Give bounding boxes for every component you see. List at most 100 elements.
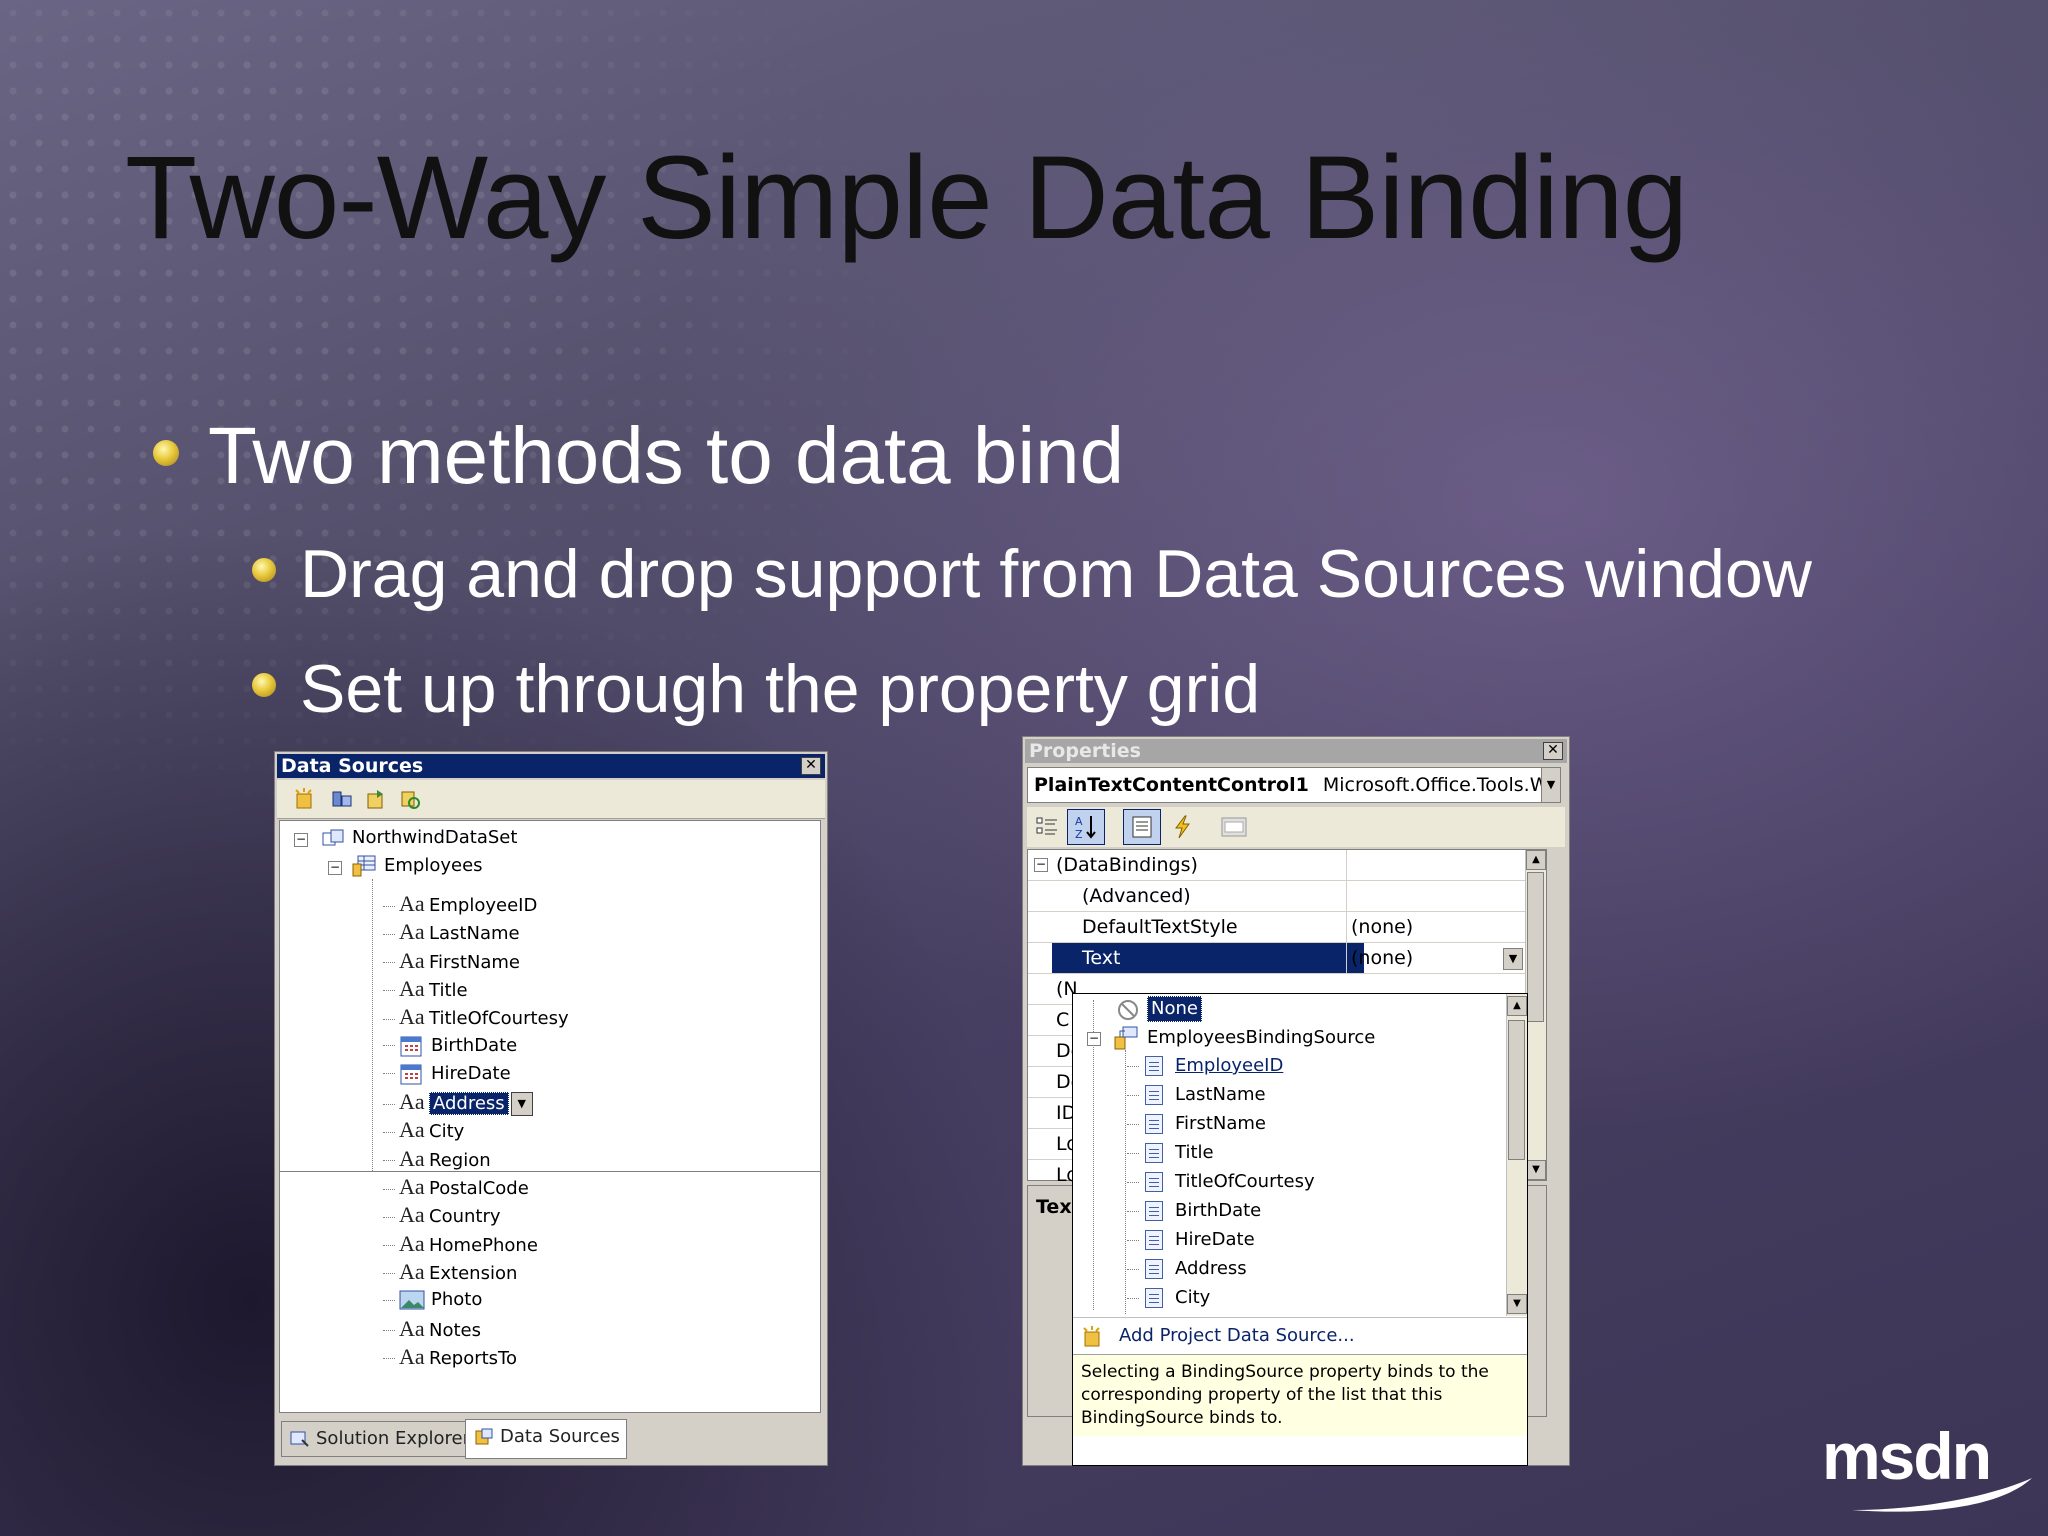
property-key: (DataBindings) [1056,854,1198,876]
scroll-up-icon[interactable]: ▲ [1507,996,1527,1016]
tree-item-field[interactable]: Aa LastName [383,919,520,945]
tree-item-field[interactable]: Aa FirstName [383,948,520,974]
refresh-icon[interactable] [399,788,421,810]
field-label: TitleOfCourtesy [1175,1171,1315,1192]
data-sources-tree-lower [279,1172,821,1413]
property-key: DefaultTextStyle [1082,916,1238,938]
field-label: Extension [429,1262,518,1284]
dropdown-item-binding-source[interactable]: EmployeesBindingSource [1147,1024,1375,1052]
dropdown-item-field[interactable]: TitleOfCourtesy [1127,1168,1315,1196]
tree-connector [1127,1181,1139,1183]
calendar-icon [400,1036,422,1056]
dropdown-item-field[interactable]: EmployeeID [1127,1052,1283,1080]
collapse-icon[interactable]: − [1087,1032,1101,1046]
tree-connector [1127,1210,1139,1212]
tree-item-field[interactable]: Aa Address ▼ [383,1089,533,1117]
scroll-thumb[interactable] [1508,1020,1525,1160]
tree-item-table[interactable]: Employees [384,853,483,879]
tree-item-field[interactable]: Aa City [383,1117,464,1143]
tree-connector [383,1245,395,1247]
field-label: Region [429,1149,491,1171]
grid-row-selected[interactable]: Text (none) ▼ [1028,943,1527,974]
tree-item-field[interactable]: Aa Region [383,1146,491,1172]
field-label: FirstName [429,951,520,973]
dropdown-scrollbar[interactable]: ▲ ▼ [1506,994,1527,1316]
add-data-source-icon[interactable] [293,788,315,810]
text-field-icon: Aa [399,1258,425,1284]
scroll-down-icon[interactable]: ▼ [1507,1294,1527,1314]
tree-item-field[interactable]: Aa HomePhone [383,1231,538,1257]
tree-item-field[interactable]: Aa Notes [383,1316,481,1342]
add-project-data-source-link[interactable]: Add Project Data Source... [1073,1317,1527,1354]
dropdown-item-field[interactable]: FirstName [1127,1110,1266,1138]
tree-connector [383,933,395,935]
tab-solution-explorer[interactable]: Solution Explorer [281,1421,477,1457]
grid-row[interactable]: (DataBindings) [1028,850,1527,881]
properties-titlebar[interactable]: Properties ✕ [1025,739,1567,763]
bullet-dot-icon [153,440,179,466]
tree-item-field[interactable]: Aa Country [383,1202,501,1228]
property-value[interactable]: (none) [1346,943,1527,973]
edit-dataset-icon[interactable] [331,788,353,810]
property-key: (Advanced) [1082,885,1191,907]
chevron-down-icon[interactable]: ▼ [510,1092,533,1117]
chevron-down-icon[interactable]: ▼ [1541,768,1560,802]
scroll-up-icon[interactable]: ▲ [1526,850,1546,870]
object-selector[interactable]: PlainTextContentControl1 Microsoft.Offic… [1027,767,1561,803]
tree-item-field[interactable]: Aa Extension [383,1259,517,1285]
close-icon[interactable]: ✕ [801,757,821,775]
text-field-icon: Aa [399,1315,425,1341]
tab-label: Data Sources [500,1426,620,1447]
tree-item-field[interactable]: Aa Title [383,976,468,1002]
scroll-thumb[interactable] [1527,872,1544,1022]
field-icon [1145,1056,1163,1076]
dropdown-item-field[interactable]: LastName [1127,1081,1266,1109]
tree-connector [383,1045,395,1046]
property-value: (none) [1346,912,1527,942]
tree-item-field[interactable]: Aa PostalCode [383,1174,529,1200]
chevron-down-icon[interactable]: ▼ [1503,948,1523,970]
data-sources-title: Data Sources [281,755,424,777]
dropdown-item-field[interactable]: BirthDate [1127,1197,1261,1225]
collapse-icon[interactable]: − [328,861,342,875]
tree-item-dataset[interactable]: NorthwindDataSet [352,825,517,851]
tab-data-sources[interactable]: Data Sources [465,1419,627,1459]
collapse-icon[interactable]: − [294,833,308,847]
data-sources-titlebar[interactable]: Data Sources ✕ [277,754,825,778]
categorized-icon[interactable] [1035,815,1059,839]
tree-connector [383,1330,395,1331]
tree-item-field[interactable]: BirthDate [383,1033,517,1059]
grid-row[interactable]: DefaultTextStyle (none) [1028,912,1527,943]
configure-dataset-icon[interactable] [365,788,387,810]
tree-item-field[interactable]: Aa EmployeeID [383,891,537,917]
tree-item-field[interactable]: Photo [383,1287,482,1313]
dataset-icon [322,829,344,846]
field-icon [1145,1085,1163,1105]
tree-connector [1127,1239,1139,1241]
properties-button[interactable] [1123,809,1161,845]
alphabetical-button[interactable]: AZ [1067,809,1105,845]
scrollbar[interactable]: ▲ ▼ [1525,850,1546,1180]
text-field-icon: Aa [399,975,425,1001]
field-label: Notes [429,1319,481,1341]
field-icon [1145,1201,1163,1221]
dropdown-item-none[interactable]: None [1147,996,1202,1022]
tree-connector [1127,1094,1139,1096]
tree-item-field[interactable]: Aa ReportsTo [383,1344,517,1370]
events-icon[interactable] [1171,815,1193,839]
msdn-logo: msdn [1822,1418,2032,1512]
dropdown-item-field[interactable]: Title [1127,1139,1214,1167]
close-icon[interactable]: ✕ [1543,742,1563,760]
tree-item-field[interactable]: Aa TitleOfCourtesy [383,1004,569,1030]
grid-row[interactable]: (Advanced) [1028,881,1527,912]
dropdown-item-field[interactable]: Address [1127,1255,1247,1283]
property-pages-icon[interactable] [1221,815,1247,839]
dropdown-item-field[interactable]: HireDate [1127,1226,1255,1254]
data-sources-window: Data Sources ✕ − NorthwindDataSet − Empl… [274,751,828,1466]
tree-item-field[interactable]: HireDate [383,1061,511,1087]
field-icon [1145,1259,1163,1279]
dropdown-item-field[interactable]: City [1127,1284,1210,1312]
scroll-down-icon[interactable]: ▼ [1526,1160,1546,1180]
field-label: ReportsTo [429,1347,517,1369]
field-icon [1145,1172,1163,1192]
